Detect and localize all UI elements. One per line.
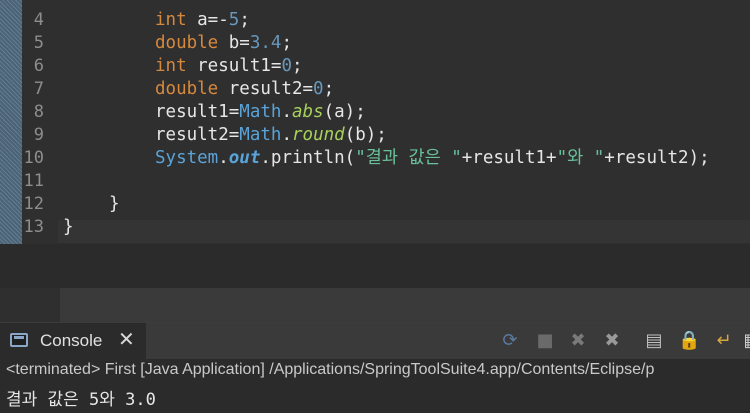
line-number: 12: [23, 194, 44, 214]
code-token: ;: [281, 33, 292, 53]
code-token: a=-: [186, 10, 229, 30]
clear-console-icon[interactable]: ▤: [643, 330, 665, 352]
code-token: (b);: [344, 125, 387, 145]
code-token: ;: [239, 10, 250, 30]
terminate-relaunch-icon[interactable]: ⟳: [499, 330, 521, 352]
tab-console[interactable]: Console ✕: [0, 323, 146, 359]
line-number: 6: [33, 56, 44, 76]
code-token: "결과 값은 ": [355, 148, 462, 168]
current-line-highlight: [58, 220, 750, 243]
code-token: int: [155, 10, 187, 30]
pin-console-icon[interactable]: ▦: [741, 330, 750, 352]
code-token: 5: [228, 10, 240, 30]
code-token: Math: [239, 125, 282, 145]
editor-empty-area[interactable]: [0, 244, 750, 288]
code-token: result1=: [155, 102, 240, 122]
line-number: 10: [23, 148, 44, 168]
line-number: 13: [23, 217, 44, 237]
code-line[interactable]: }: [109, 193, 120, 216]
line-number: 11: [23, 171, 44, 191]
console-view: Console ✕ ⟳ ■ ✖ ✖ ▤ 🔒 ↵ ▦ <terminated> First [J…: [0, 322, 750, 413]
code-token: +result1+: [461, 148, 557, 168]
console-status: <terminated> First [Java Application] /A…: [6, 361, 655, 378]
code-token: result2=: [155, 125, 240, 145]
code-token: "와 ": [556, 148, 605, 168]
code-token: }: [109, 194, 120, 214]
line-number: 7: [33, 79, 44, 99]
console-output: 결과 값은 5와 3.0: [6, 390, 156, 410]
editor-ruler: [0, 0, 22, 244]
word-wrap-icon[interactable]: ↵: [713, 330, 735, 352]
code-token: .println(: [260, 148, 356, 168]
code-token: b=: [218, 33, 250, 53]
terminate-icon[interactable]: ■: [534, 330, 556, 352]
code-line[interactable]: int a=-5;: [155, 9, 250, 32]
code-token: }: [63, 217, 74, 237]
console-icon: [10, 333, 28, 347]
code-token: .: [281, 102, 292, 122]
line-number: 5: [33, 33, 44, 53]
remove-all-icon[interactable]: ✖: [601, 330, 623, 352]
code-token: result1=: [186, 56, 282, 76]
line-number: 8: [33, 102, 44, 122]
code-token: .: [281, 125, 292, 145]
console-header: Console ✕ ⟳ ■ ✖ ✖ ▤ 🔒 ↵ ▦: [0, 323, 750, 359]
code-token: System: [155, 148, 219, 168]
code-token: ;: [323, 79, 335, 99]
code-line[interactable]: System.out.println("결과 값은 "+result1+"와 "…: [155, 147, 710, 170]
close-icon[interactable]: ✕: [118, 329, 135, 351]
code-editor[interactable]: 4 int a=-5; 5 double b=3.4; 6 int result1=0; 7…: [0, 0, 750, 288]
code-line[interactable]: int result1=0;: [155, 55, 303, 78]
scroll-lock-icon[interactable]: 🔒: [678, 330, 700, 352]
code-token: 0: [313, 79, 324, 99]
editor-left-strip: [0, 288, 60, 322]
code-token: (a);: [323, 102, 366, 122]
code-token: +result2);: [604, 148, 710, 168]
horizontal-scrollbar[interactable]: [60, 288, 750, 322]
code-token: 3.4: [249, 33, 282, 53]
line-number: 4: [33, 10, 44, 30]
code-token: ;: [291, 56, 303, 76]
code-token: result2=: [218, 79, 314, 99]
code-token: .: [218, 148, 229, 168]
code-line[interactable]: result2=Math.round(b);: [155, 124, 387, 147]
console-tab-label: Console: [40, 331, 103, 350]
code-line[interactable]: result1=Math.abs(a);: [155, 101, 366, 124]
code-line[interactable]: }: [63, 216, 74, 239]
code-token: int: [155, 56, 187, 76]
code-token: abs: [292, 102, 324, 122]
line-number: 9: [33, 125, 44, 145]
code-token: double: [155, 79, 219, 99]
code-line[interactable]: double result2=0;: [155, 78, 334, 101]
code-token: 0: [281, 56, 292, 76]
code-line[interactable]: double b=3.4;: [155, 32, 292, 55]
code-token: round: [292, 125, 345, 145]
code-token: out: [228, 148, 261, 168]
code-token: Math: [239, 102, 282, 122]
remove-launch-icon[interactable]: ✖: [567, 330, 589, 352]
code-token: double: [155, 33, 219, 53]
